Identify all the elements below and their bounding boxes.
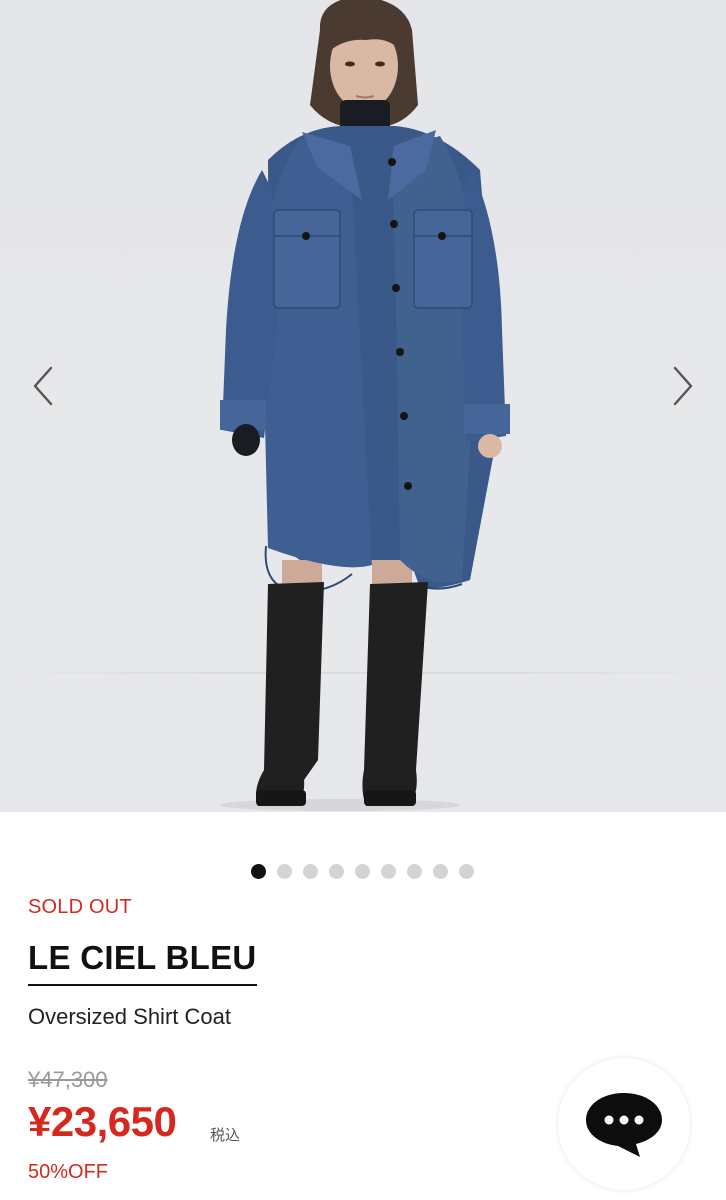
product-image-carousel[interactable] [0, 0, 726, 812]
carousel-prev-button[interactable] [22, 360, 62, 412]
original-price: ¥47,300 [28, 1067, 108, 1092]
carousel-dot[interactable] [251, 864, 266, 879]
chevron-right-icon [673, 366, 693, 406]
carousel-dot[interactable] [407, 864, 422, 879]
carousel-dot[interactable] [355, 864, 370, 879]
tax-included-label: 税込 [210, 1127, 241, 1144]
discount-label: 50%OFF [28, 1161, 109, 1183]
carousel-dot[interactable] [433, 864, 448, 879]
carousel-dot[interactable] [459, 864, 474, 879]
sale-price: ¥23,650 [28, 1098, 177, 1145]
chat-button[interactable] [558, 1058, 690, 1190]
carousel-dot[interactable] [329, 864, 344, 879]
carousel-pagination [251, 864, 474, 879]
carousel-dot[interactable] [277, 864, 292, 879]
carousel-next-button[interactable] [664, 360, 704, 412]
chat-bubble-icon [586, 1093, 662, 1157]
product-photo [220, 0, 510, 811]
chevron-left-icon [33, 366, 53, 406]
product-name: Oversized Shirt Coat [28, 1004, 231, 1029]
brand-link[interactable]: LE CIEL BLEU [28, 939, 257, 986]
carousel-dot[interactable] [381, 864, 396, 879]
carousel-dot[interactable] [303, 864, 318, 879]
sold-out-label: SOLD OUT [28, 896, 132, 918]
